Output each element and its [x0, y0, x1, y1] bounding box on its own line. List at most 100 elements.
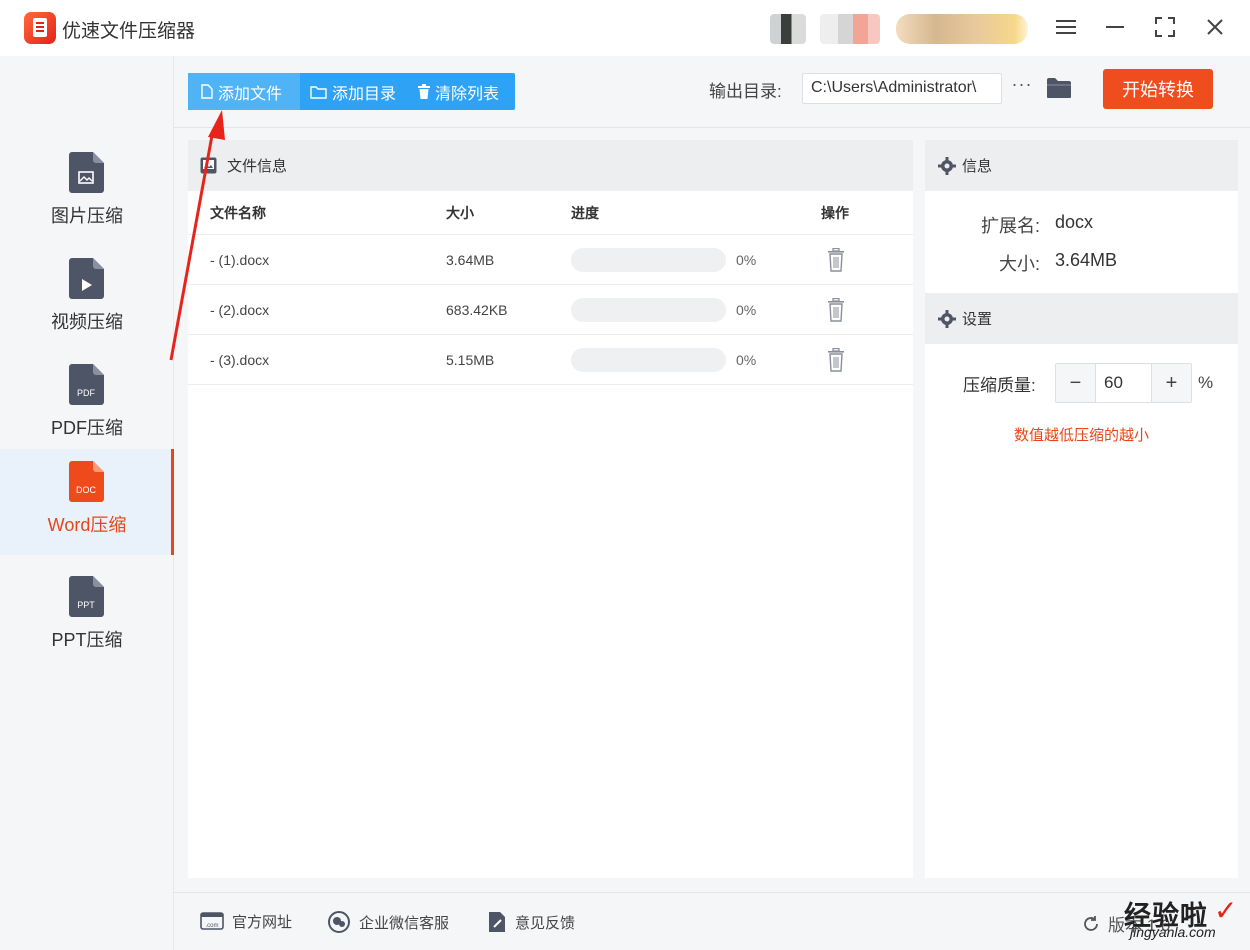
column-header-progress: 进度: [571, 204, 599, 221]
official-website-link[interactable]: .com 官方网址: [200, 911, 292, 932]
clear-list-button[interactable]: 清除列表: [408, 73, 515, 110]
hamburger-icon[interactable]: [1051, 12, 1081, 42]
refresh-icon[interactable]: [1082, 915, 1100, 933]
progress-percent: 0%: [736, 301, 757, 318]
progress-bar: [571, 248, 726, 272]
toolbar: 添加文件 添加目录 清除列表 输出目录: C:\Users\Administra…: [174, 56, 1250, 128]
open-folder-icon[interactable]: [1046, 77, 1072, 99]
column-header-size: 大小: [446, 204, 474, 221]
watermark-check: ✓: [1214, 895, 1238, 926]
delete-icon[interactable]: [827, 298, 845, 322]
app-title: 优速文件压缩器: [62, 21, 196, 42]
sidebar-item-ppt[interactable]: PPT PPT压缩: [0, 564, 174, 670]
file-size-cell: 683.42KB: [446, 301, 508, 318]
title-bar: 优速文件压缩器: [0, 0, 1250, 56]
sidebar-item-video[interactable]: 视频压缩: [0, 246, 174, 352]
sidebar-item-label: PPT压缩: [51, 630, 123, 650]
size-value: 3.64MB: [1055, 250, 1118, 270]
image-info-icon: [200, 157, 217, 174]
file-size-cell: 5.15MB: [446, 351, 495, 368]
progress-bar: [571, 348, 726, 372]
extension-row: 扩展名: docx: [925, 204, 1238, 242]
progress-percent: 0%: [736, 351, 757, 368]
delete-icon[interactable]: [827, 348, 845, 372]
svg-text:PDF: PDF: [77, 388, 96, 398]
table-header: 文件名称 大小 进度 操作: [188, 191, 913, 235]
info-panel: 信息 扩展名: docx 大小: 3.64MB 设置 压缩质量: − 60 + …: [925, 140, 1238, 878]
image-file-icon: [69, 152, 104, 193]
settings-title: 设置: [962, 311, 993, 328]
website-icon: .com: [200, 911, 224, 930]
table-row[interactable]: - (2).docx 683.42KB 0%: [188, 285, 913, 335]
file-size-cell: 3.64MB: [446, 251, 495, 268]
table-row[interactable]: - (1).docx 3.64MB 0%: [188, 235, 913, 285]
quality-input[interactable]: 60: [1095, 364, 1152, 402]
add-directory-button[interactable]: 添加目录: [300, 73, 408, 110]
watermark-url: jingyanla.com: [1130, 924, 1216, 940]
close-icon[interactable]: [1200, 12, 1230, 42]
fullscreen-icon[interactable]: [1150, 12, 1180, 42]
watermark-logo: 经验啦 ✓ jingyanla.com: [1124, 894, 1242, 946]
feedback-link[interactable]: 意见反馈: [487, 911, 575, 933]
quality-decrement-button[interactable]: −: [1056, 364, 1095, 402]
svg-text:.com: .com: [205, 923, 218, 929]
file-list-panel: 文件信息 文件名称 大小 进度 操作 - (1).docx 3.64MB 0% - (…: [188, 140, 913, 878]
file-panel-header: 文件信息: [188, 140, 913, 191]
chat-icon: [328, 911, 350, 933]
folder-outline-icon: [310, 85, 327, 99]
quality-hint: 数值越低压缩的越小: [1013, 427, 1149, 444]
file-panel-title: 文件信息: [227, 158, 288, 175]
add-file-label: 添加文件: [218, 85, 283, 103]
more-options-button[interactable]: ···: [1010, 74, 1034, 100]
sidebar-item-label: Word压缩: [47, 515, 127, 535]
start-convert-button[interactable]: 开始转换: [1103, 69, 1213, 109]
user-avatar[interactable]: [770, 14, 806, 44]
gear-icon: [938, 156, 956, 175]
output-directory-label: 输出目录:: [709, 82, 782, 101]
sidebar-item-label: PDF压缩: [51, 418, 123, 438]
official-website-label: 官方网址: [232, 914, 293, 931]
size-row: 大小: 3.64MB: [925, 242, 1238, 280]
file-name-cell: - (2).docx: [210, 301, 270, 318]
video-file-icon: [69, 258, 104, 299]
file-actions-group: 添加文件 添加目录 清除列表: [188, 73, 515, 110]
wechat-support-link[interactable]: 企业微信客服: [327, 911, 449, 933]
ppt-file-icon: PPT: [69, 576, 104, 617]
output-path-field[interactable]: C:\Users\Administrator\: [802, 73, 1002, 104]
vip-badge-blurred[interactable]: [896, 14, 1028, 44]
trash-icon: [418, 84, 430, 99]
column-header-name: 文件名称: [210, 204, 266, 221]
sidebar-item-pdf[interactable]: PDF PDF压缩: [0, 352, 174, 458]
add-file-button[interactable]: 添加文件: [188, 73, 300, 110]
add-directory-label: 添加目录: [332, 85, 397, 103]
sidebar-item-image[interactable]: 图片压缩: [0, 140, 174, 246]
quality-stepper: − 60 +: [1055, 363, 1192, 403]
extension-label: 扩展名:: [980, 216, 1040, 236]
minimize-icon[interactable]: [1100, 12, 1130, 42]
svg-text:DOC: DOC: [76, 485, 97, 495]
gear-icon: [938, 309, 956, 328]
progress-bar: [571, 298, 726, 322]
settings-header: 设置: [925, 293, 1238, 344]
size-label: 大小:: [998, 254, 1040, 274]
app-logo-icon: [24, 12, 56, 44]
quality-label: 压缩质量:: [963, 376, 1036, 395]
info-title: 信息: [962, 158, 993, 175]
sidebar-item-label: 视频压缩: [51, 312, 123, 332]
pdf-file-icon: PDF: [69, 364, 104, 405]
doc-file-icon: DOC: [69, 461, 104, 502]
file-icon: [201, 84, 213, 99]
sidebar-item-label: 图片压缩: [51, 206, 123, 226]
quality-unit: %: [1198, 373, 1214, 392]
delete-icon[interactable]: [827, 248, 845, 272]
table-row[interactable]: - (3).docx 5.15MB 0%: [188, 335, 913, 385]
sidebar-item-word[interactable]: DOC Word压缩: [0, 449, 174, 555]
extension-value: docx: [1055, 212, 1094, 232]
svg-text:PPT: PPT: [77, 600, 95, 610]
feedback-icon: [489, 912, 505, 932]
clear-list-label: 清除列表: [435, 85, 500, 103]
info-header: 信息: [925, 140, 1238, 191]
wechat-support-label: 企业微信客服: [359, 914, 450, 932]
sidebar: 图片压缩 视频压缩 PDF PDF压缩 DOC Word压缩 PPT PPT压缩: [0, 56, 174, 950]
quality-increment-button[interactable]: +: [1152, 364, 1191, 402]
